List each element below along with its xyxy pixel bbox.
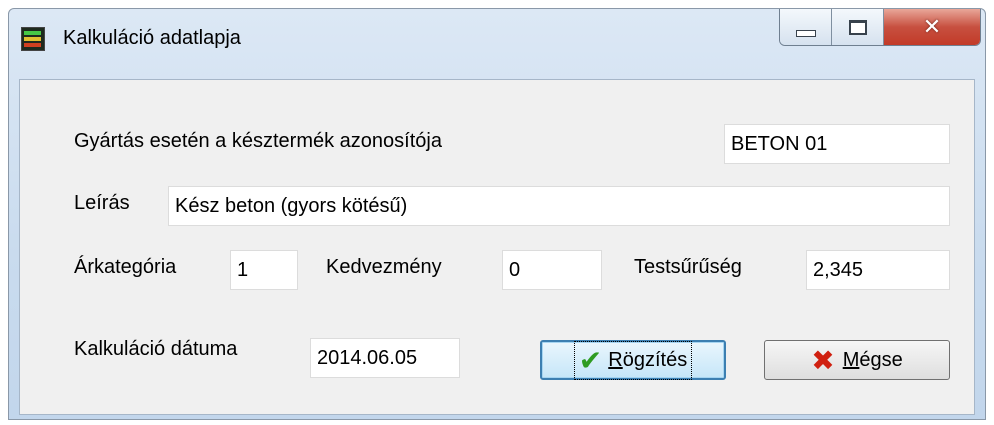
dialog-window: Kalkuláció adatlapja ✕ Gyártás esetén a … <box>8 8 986 420</box>
product-id-input[interactable]: BETON 01 <box>724 124 950 164</box>
cancel-label: égse <box>859 348 903 371</box>
discount-input[interactable]: 0 <box>502 250 602 290</box>
cancel-button[interactable]: ✖ Mégse <box>764 340 950 380</box>
date-input[interactable]: 2014.06.05 <box>310 338 460 378</box>
maximize-icon <box>848 19 867 35</box>
minimize-icon <box>795 29 816 37</box>
discount-label: Kedvezmény <box>326 256 442 278</box>
save-label: ögzítés <box>622 348 688 371</box>
density-label: Testsűrűség <box>634 256 742 278</box>
save-mnemonic: R <box>608 348 623 371</box>
x-mark-icon: ✖ <box>811 343 835 377</box>
checkmark-icon: ✔ <box>578 343 603 377</box>
density-input[interactable]: 2,345 <box>806 250 950 290</box>
title-bar[interactable]: Kalkuláció adatlapja ✕ <box>9 9 985 79</box>
save-button[interactable]: ✔ Rögzítés <box>540 340 726 380</box>
cancel-mnemonic: M <box>842 348 860 371</box>
window-controls: ✕ <box>779 9 981 46</box>
date-label: Kalkuláció dátuma <box>74 338 238 360</box>
description-input[interactable]: Kész beton (gyors kötésű) <box>168 186 950 226</box>
price-category-label: Árkategória <box>74 256 177 278</box>
price-category-input[interactable]: 1 <box>230 250 298 290</box>
save-button-focus: ✔ Rögzítés <box>573 340 693 380</box>
minimize-button[interactable] <box>780 9 832 45</box>
maximize-button[interactable] <box>832 9 884 45</box>
form-panel: Gyártás esetén a késztermék azonosítója … <box>19 79 975 415</box>
close-button[interactable]: ✕ <box>884 9 980 45</box>
close-icon: ✕ <box>922 14 942 40</box>
product-id-label: Gyártás esetén a késztermék azonosítója <box>74 130 442 152</box>
app-icon[interactable] <box>21 27 45 51</box>
description-label: Leírás <box>74 192 130 214</box>
window-title: Kalkuláció adatlapja <box>63 27 241 49</box>
